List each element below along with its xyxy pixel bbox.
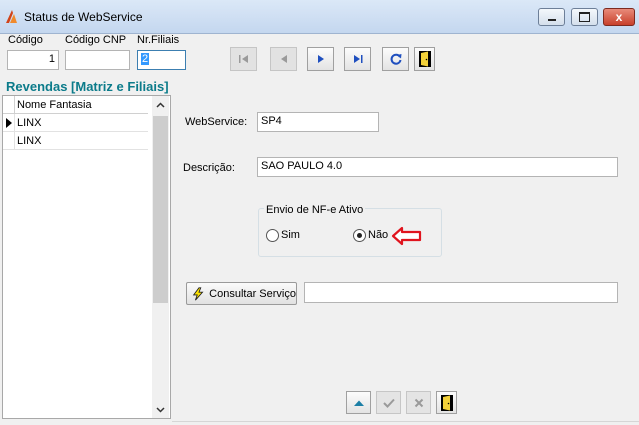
bottom-divider — [172, 421, 639, 422]
previous-record-icon — [280, 55, 287, 63]
nome-fantasia-header: Nome Fantasia — [17, 99, 92, 111]
confirm-button[interactable] — [376, 391, 401, 414]
sim-radio[interactable] — [266, 229, 279, 242]
next-record-button[interactable] — [307, 47, 334, 71]
previous-record-button[interactable] — [270, 47, 297, 71]
consultar-result-field[interactable] — [304, 282, 618, 303]
scroll-down-button[interactable] — [152, 401, 169, 418]
webservice-label: WebService: — [185, 116, 248, 128]
indicator-column-header — [3, 96, 15, 114]
descricao-label: Descrição: — [183, 162, 235, 174]
grid-vertical-scrollbar[interactable] — [152, 96, 169, 418]
codigo-input[interactable]: 1 — [7, 50, 59, 70]
nao-radio[interactable] — [353, 229, 366, 242]
maximize-icon — [579, 12, 590, 22]
codigo-cnp-input[interactable] — [65, 50, 130, 70]
codigo-label: Código — [8, 34, 43, 46]
up-triangle-icon — [353, 400, 364, 406]
scroll-up-button[interactable] — [152, 96, 169, 113]
row-nome-fantasia: LINX — [17, 117, 42, 129]
table-row[interactable]: LINX — [3, 114, 148, 132]
radio-checked-dot — [357, 233, 362, 238]
nr-filiais-label: Nr.Filiais — [137, 34, 180, 46]
row-indicator — [3, 114, 15, 132]
last-record-icon — [353, 55, 362, 63]
chevron-up-icon — [156, 101, 165, 108]
scroll-thumb[interactable] — [153, 116, 168, 303]
red-arrow-annotation-icon — [391, 226, 422, 246]
exit-door-icon — [418, 51, 431, 67]
chevron-down-icon — [156, 406, 165, 413]
next-record-icon — [317, 55, 324, 63]
current-row-pointer-icon — [6, 118, 12, 128]
x-icon — [414, 398, 423, 407]
window-title: Status de WebService — [24, 10, 143, 24]
maximize-button[interactable] — [571, 8, 598, 26]
app-logo-icon — [6, 10, 17, 23]
first-record-button[interactable] — [230, 47, 257, 71]
exit-button[interactable] — [414, 47, 435, 71]
webservice-input[interactable]: SP4 — [257, 112, 379, 132]
check-icon — [382, 398, 395, 408]
nr-filiais-value: 2 — [141, 53, 150, 65]
last-record-button[interactable] — [344, 47, 371, 71]
row-indicator — [3, 132, 15, 150]
lightning-icon — [192, 286, 204, 300]
up-button[interactable] — [346, 391, 371, 414]
envio-nfe-group-label: Envio de NF-e Ativo — [264, 204, 366, 216]
refresh-button[interactable] — [382, 47, 409, 71]
revendas-panel-title: Revendas [Matriz e Filiais] — [6, 79, 169, 94]
grid-column-header[interactable]: Nome Fantasia — [3, 96, 148, 114]
bottom-exit-button[interactable] — [436, 391, 457, 414]
close-icon: x — [615, 10, 623, 24]
window-title-bar[interactable]: Status de WebService x — [0, 0, 639, 34]
first-record-icon — [238, 55, 248, 63]
consultar-servico-label: Consultar Serviço — [209, 287, 296, 300]
exit-door-icon — [440, 394, 453, 411]
nr-filiais-input[interactable]: 2 — [137, 50, 186, 70]
descricao-input[interactable]: SAO PAULO 4.0 — [257, 157, 618, 177]
close-button[interactable]: x — [603, 8, 635, 26]
codigo-cnp-label: Código CNP — [65, 34, 127, 46]
consultar-servico-button[interactable]: Consultar Serviço — [186, 282, 297, 305]
cancel-button[interactable] — [406, 391, 431, 414]
nao-label[interactable]: Não — [368, 229, 388, 241]
minimize-icon — [547, 19, 556, 21]
table-row[interactable]: LINX — [3, 132, 148, 150]
row-nome-fantasia: LINX — [17, 135, 42, 147]
minimize-button[interactable] — [538, 8, 565, 26]
sim-label[interactable]: Sim — [281, 229, 300, 241]
refresh-icon — [390, 53, 401, 65]
